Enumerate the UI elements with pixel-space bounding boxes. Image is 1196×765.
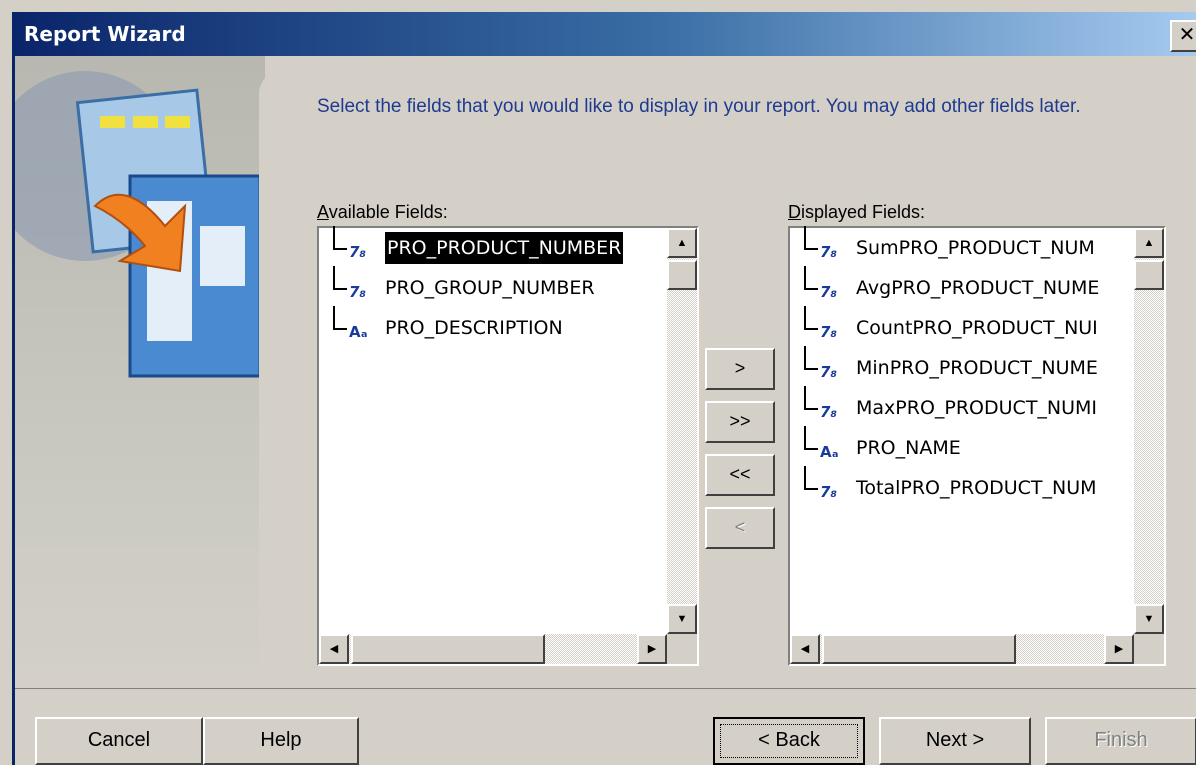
text-field-icon: Aₐ [820,443,839,461]
scroll-left-button[interactable]: ◀ [319,634,349,664]
numeric-field-icon: 7₈ [349,283,367,301]
report-illustration-icon [0,71,262,378]
scroll-down-button[interactable]: ▼ [667,604,697,634]
instructions-text: Select the fields that you would like to… [317,96,1081,117]
available-field-item[interactable]: Aₐ PRO_DESCRIPTION [333,306,663,344]
scroll-right-button[interactable]: ▶ [1104,634,1134,664]
window-title: Report Wizard [24,22,186,46]
available-field-item[interactable]: 7₈ PRO_PRODUCT_NUMBER [333,226,663,265]
help-button[interactable]: Help [203,717,359,765]
displayed-field-item[interactable]: 7₈ SumPRO_PRODUCT_NUM [804,226,1124,264]
wizard-illustration [0,56,265,688]
scroll-up-button[interactable]: ▲ [1134,228,1164,258]
displayed-field-item[interactable]: 7₈ MinPRO_PRODUCT_NUME [804,346,1124,384]
horizontal-scrollbar[interactable]: ◀ ▶ [790,634,1134,664]
close-button[interactable]: ✕ [1170,20,1196,52]
horizontal-scrollbar[interactable]: ◀ ▶ [319,634,667,664]
displayed-field-item[interactable]: Aₐ PRO_NAME [804,426,1124,464]
numeric-field-icon: 7₈ [349,243,367,261]
numeric-field-icon: 7₈ [820,243,838,261]
numeric-field-icon: 7₈ [820,283,838,301]
available-fields-list[interactable]: 7₈ PRO_PRODUCT_NUMBER 7₈ PRO_GROUP_NUMBER … [317,226,699,666]
finish-button[interactable]: Finish [1045,717,1196,765]
scroll-right-button[interactable]: ▶ [637,634,667,664]
title-bar[interactable]: Report Wizard ✕ [12,12,1196,56]
scroll-thumb[interactable] [1134,260,1164,290]
wizard-content: Select the fields that you would like to… [0,56,1196,688]
displayed-fields-label: Displayed Fields: [788,202,926,222]
next-button[interactable]: Next > [879,717,1031,765]
displayed-field-item[interactable]: 7₈ MaxPRO_PRODUCT_NUMI [804,386,1124,424]
arrow-left-icon: ◀ [800,643,810,655]
available-fields-label: Available Fields: [317,202,448,222]
button-bar: Cancel Help < Back Next > Finish [15,688,1196,765]
arrow-right-icon: ▶ [1114,643,1124,655]
scrollbar-corner [667,634,697,664]
displayed-field-item[interactable]: 7₈ AvgPRO_PRODUCT_NUME [804,266,1124,304]
close-icon: ✕ [1178,24,1196,46]
report-wizard-window: Report Wizard ✕ Select the fields that y… [0,0,1196,765]
scroll-left-button[interactable]: ◀ [790,634,820,664]
back-button[interactable]: < Back [713,717,865,765]
scroll-up-button[interactable]: ▲ [667,228,697,258]
scroll-thumb[interactable] [351,634,545,664]
cancel-button[interactable]: Cancel [35,717,203,765]
remove-all-fields-button[interactable]: << [705,454,775,496]
displayed-fields-list[interactable]: 7₈ SumPRO_PRODUCT_NUM 7₈ AvgPRO_PRODUCT_NU… [788,226,1166,666]
numeric-field-icon: 7₈ [820,403,838,421]
remove-field-button[interactable]: < [705,507,775,549]
displayed-field-item[interactable]: 7₈ CountPRO_PRODUCT_NUI [804,306,1124,344]
vertical-scrollbar[interactable]: ▲ ▼ [1134,228,1164,634]
text-field-icon: Aₐ [349,323,368,341]
vertical-scrollbar[interactable]: ▲ ▼ [667,228,697,634]
arrow-down-icon: ▼ [676,613,688,625]
displayed-field-item[interactable]: 7₈ TotalPRO_PRODUCT_NUM [804,466,1124,504]
arrow-up-icon: ▲ [676,237,688,249]
scroll-thumb[interactable] [667,260,697,290]
add-field-button[interactable]: > [705,348,775,390]
arrow-down-icon: ▼ [1143,613,1155,625]
numeric-field-icon: 7₈ [820,363,838,381]
arrow-right-icon: ▶ [647,643,657,655]
scroll-down-button[interactable]: ▼ [1134,604,1164,634]
available-field-item[interactable]: 7₈ PRO_GROUP_NUMBER [333,266,663,304]
scroll-thumb[interactable] [822,634,1016,664]
arrow-up-icon: ▲ [1143,237,1155,249]
add-all-fields-button[interactable]: >> [705,401,775,443]
numeric-field-icon: 7₈ [820,323,838,341]
numeric-field-icon: 7₈ [820,483,838,501]
scrollbar-corner [1134,634,1164,664]
arrow-left-icon: ◀ [329,643,339,655]
